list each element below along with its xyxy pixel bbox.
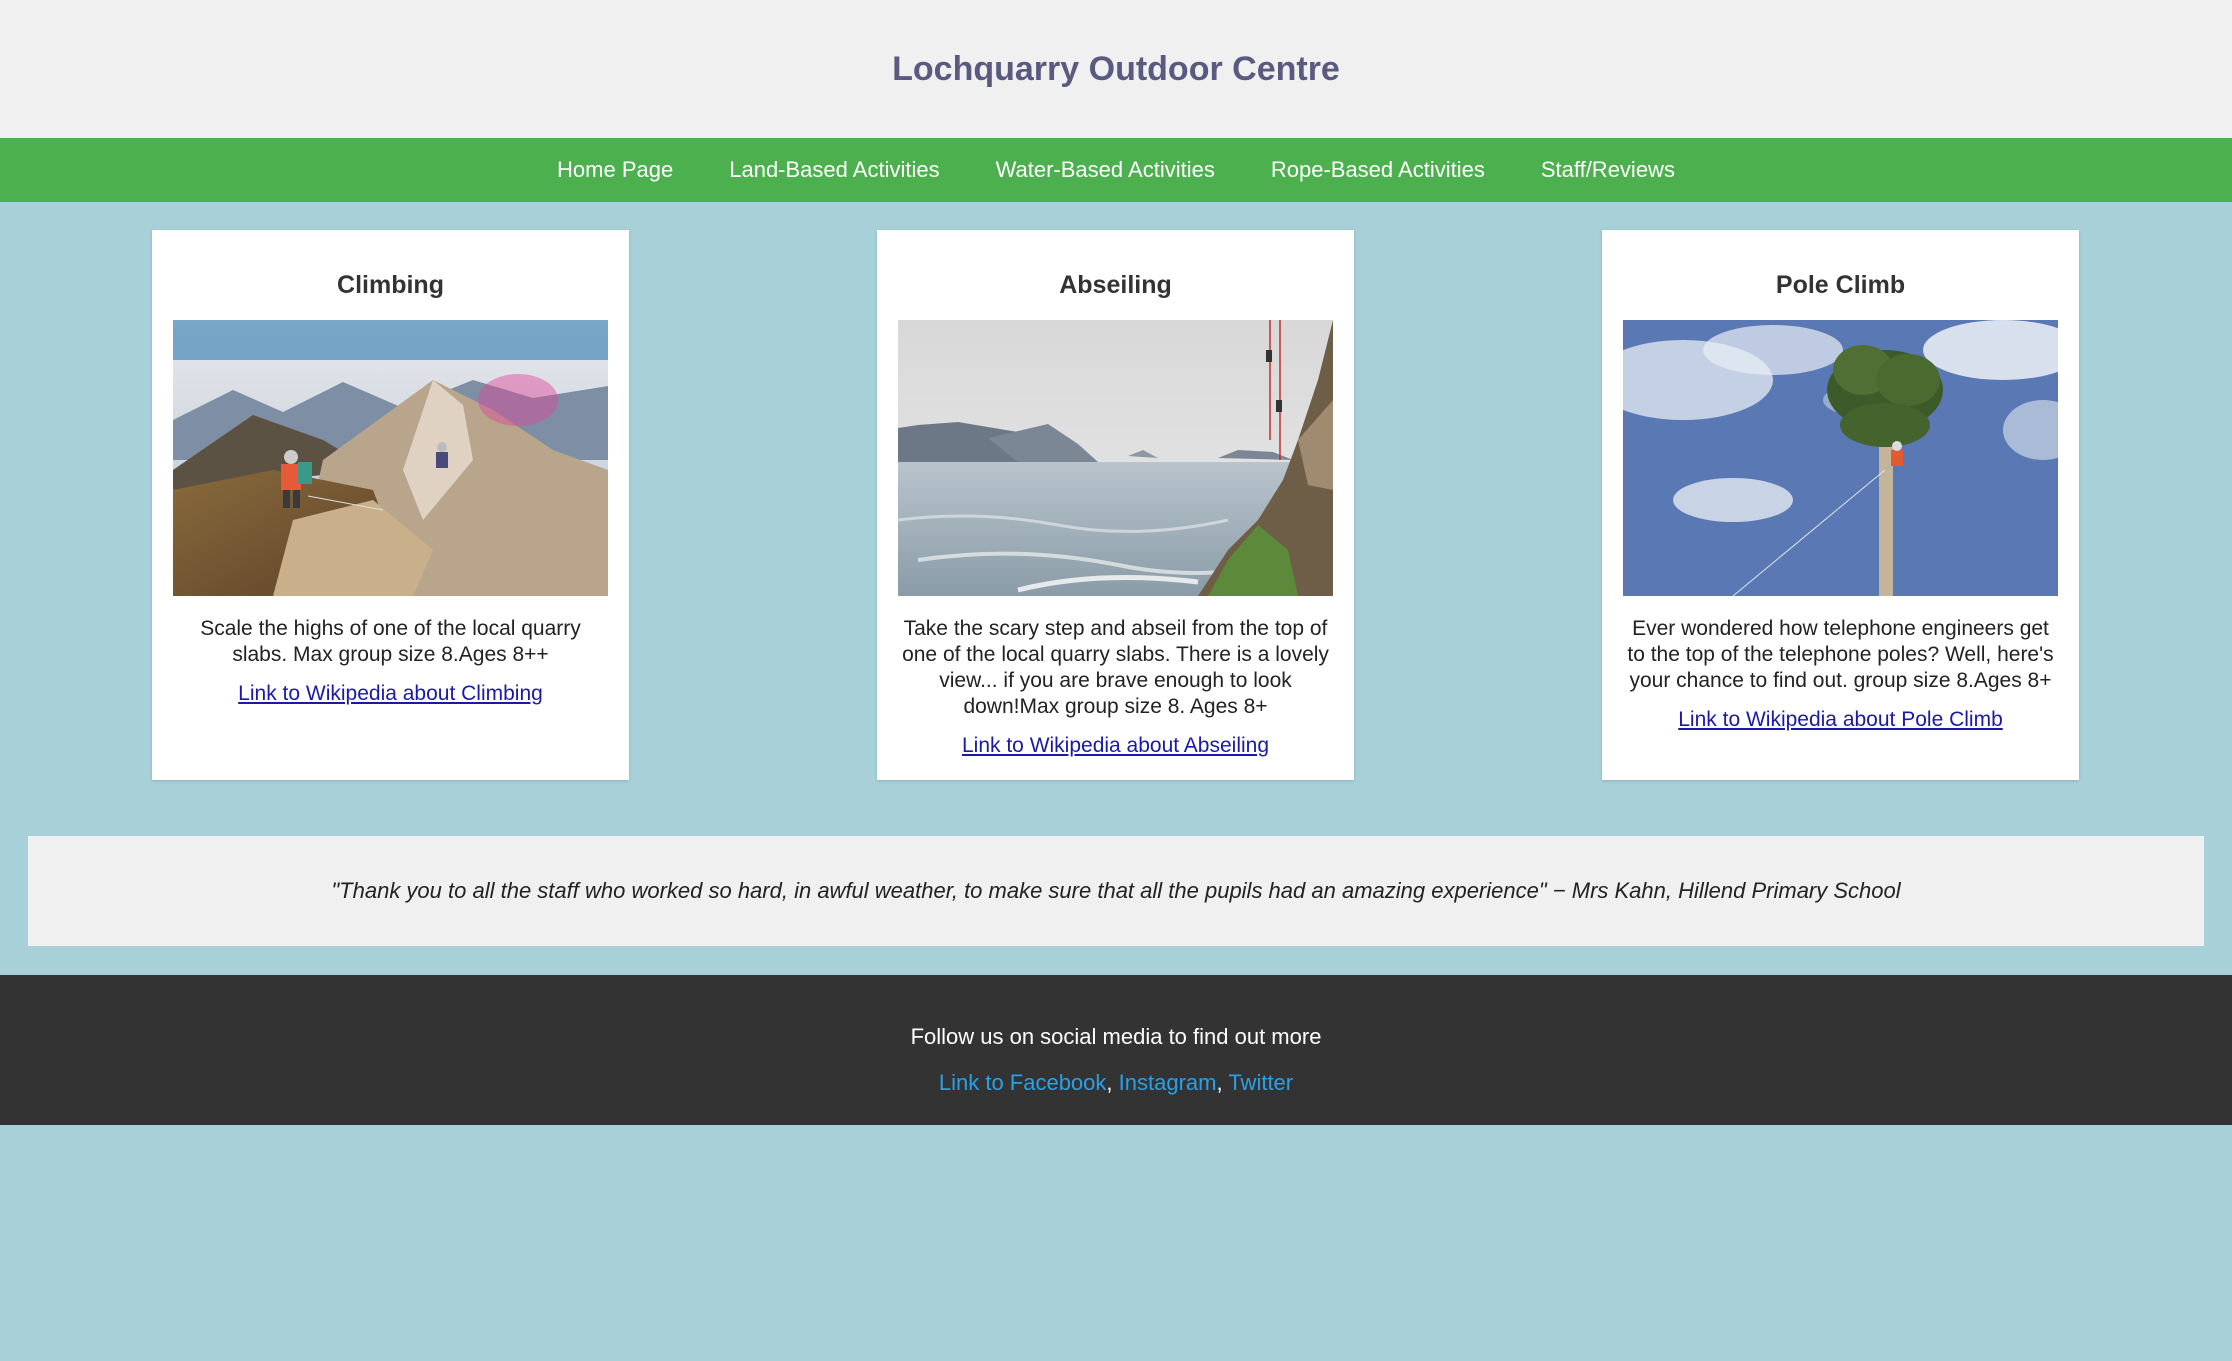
link-separator: , xyxy=(1106,1070,1113,1095)
instagram-link[interactable]: Instagram xyxy=(1119,1070,1217,1095)
activity-card-pole-climb: Pole Climb Ever wondered how telephone e… xyxy=(1602,230,2079,780)
site-header: Lochquarry Outdoor Centre xyxy=(0,0,2232,138)
wikipedia-link-pole-climb[interactable]: Link to Wikipedia about Pole Climb xyxy=(1678,708,2003,732)
activity-card-abseiling: Abseiling Take the scary step and abseil… xyxy=(877,230,1354,780)
facebook-link[interactable]: Link to Facebook xyxy=(939,1070,1107,1095)
testimonial-banner: "Thank you to all the staff who worked s… xyxy=(28,836,2204,946)
wikipedia-link-climbing[interactable]: Link to Wikipedia about Climbing xyxy=(238,682,543,706)
pole-climb-photo xyxy=(1623,320,2058,596)
nav-land-based[interactable]: Land-Based Activities xyxy=(729,157,939,183)
climbing-photo xyxy=(173,320,608,596)
card-title: Abseiling xyxy=(1059,271,1172,299)
card-description: Take the scary step and abseil from the … xyxy=(902,617,1329,718)
testimonial-quote: "Thank you to all the staff who worked s… xyxy=(331,878,1901,903)
nav-staff-reviews[interactable]: Staff/Reviews xyxy=(1541,157,1675,183)
activity-card-climbing: Climbing Scale the highs of one of the l… xyxy=(152,230,629,780)
wikipedia-link-abseiling[interactable]: Link to Wikipedia about Abseiling xyxy=(962,734,1269,758)
social-links: Link to Facebook, Instagram, Twitter xyxy=(0,1070,2232,1096)
follow-text: Follow us on social media to find out mo… xyxy=(910,1024,1322,1049)
nav-home[interactable]: Home Page xyxy=(557,157,673,183)
card-title: Pole Climb xyxy=(1775,271,1906,299)
card-title: Climbing xyxy=(337,271,444,299)
nav-rope-based[interactable]: Rope-Based Activities xyxy=(1271,157,1485,183)
card-description: Scale the highs of one of the local quar… xyxy=(200,617,581,666)
site-footer: Follow us on social media to find out mo… xyxy=(0,975,2232,1125)
abseiling-photo xyxy=(898,320,1333,596)
twitter-link[interactable]: Twitter xyxy=(1228,1070,1293,1095)
nav-water-based[interactable]: Water-Based Activities xyxy=(996,157,1215,183)
link-separator: , xyxy=(1216,1070,1223,1095)
card-description: Ever wondered how telephone engineers ge… xyxy=(1627,617,2054,692)
main-nav: Home Page Land-Based Activities Water-Ba… xyxy=(0,138,2232,202)
site-title: Lochquarry Outdoor Centre xyxy=(892,49,1340,88)
